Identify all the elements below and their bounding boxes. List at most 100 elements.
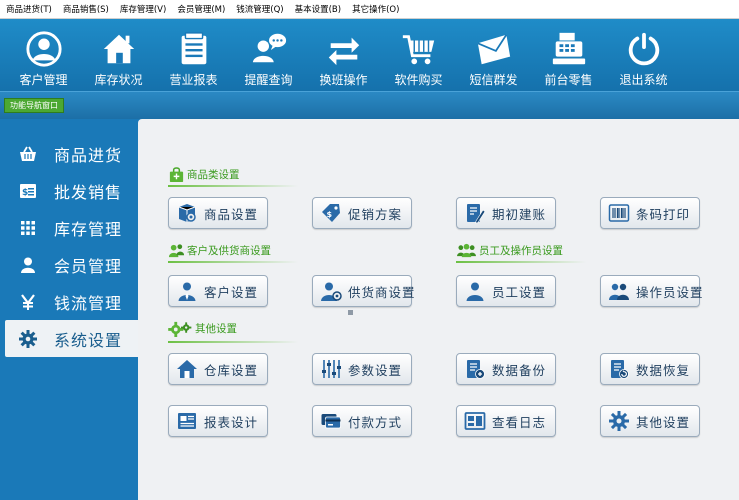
main-toolbar: 客户管理 库存状况 营业报表 提醒查询 换班操作 软件购买 短信群发 前台零售 …	[0, 19, 739, 91]
document-backup-icon	[467, 360, 485, 379]
toolbar-exit-system[interactable]: 退出系统	[606, 19, 681, 91]
main-panel: 商品类设置 商品设置 $ 促销方案 期初建账 条码打印 客户及供货商设置 员工及…	[138, 119, 739, 500]
gear-icon	[19, 329, 37, 348]
section-divider	[168, 341, 298, 343]
initial-account-button[interactable]: 期初建账	[456, 197, 556, 229]
grid-icon	[21, 220, 35, 235]
report-design-button[interactable]: 报表设计	[168, 405, 268, 437]
chat-person-icon	[252, 33, 286, 63]
parameter-setting-button[interactable]: 参数设置	[312, 353, 412, 385]
barcode-icon	[608, 204, 630, 222]
nav-window-tab[interactable]: 功能导航窗口	[4, 98, 64, 113]
menu-goods-sales[interactable]: 商品销售(S)	[63, 3, 109, 15]
other-setting-button[interactable]: 其他设置	[600, 405, 700, 437]
menu-member[interactable]: 会员管理(M)	[177, 3, 225, 15]
svg-text:$: $	[327, 210, 333, 219]
menu-inventory[interactable]: 库存管理(V)	[120, 3, 166, 15]
sidebar-item-system-settings[interactable]: 系统设置	[5, 320, 138, 357]
menu-basic-settings[interactable]: 基本设置(B)	[295, 3, 341, 15]
button-label: 报表设计	[204, 414, 259, 430]
button-label: 供货商设置	[348, 284, 416, 300]
toolbar-label: 前台零售	[544, 73, 593, 87]
section-divider	[168, 261, 298, 263]
goods-setting-button[interactable]: 商品设置	[168, 197, 268, 229]
section-goods-settings: 商品类设置	[168, 166, 240, 183]
button-label: 商品设置	[204, 206, 259, 222]
menu-goods-purchase[interactable]: 商品进货(T)	[6, 3, 52, 15]
businessman-icon	[178, 282, 196, 301]
promotion-plan-button[interactable]: $ 促销方案	[312, 197, 412, 229]
menu-other-ops[interactable]: 其它操作(O)	[352, 3, 399, 15]
indicator-dot	[348, 310, 353, 315]
sliders-icon	[322, 360, 341, 378]
person-icon	[21, 257, 35, 273]
toolbar-customer-management[interactable]: 客户管理	[6, 19, 81, 91]
yen-icon	[21, 293, 35, 310]
button-label: 员工设置	[492, 284, 547, 300]
sidebar-item-label: 批发销售	[54, 182, 123, 202]
supplier-setting-button[interactable]: 供货商设置	[312, 275, 415, 307]
warehouse-setting-button[interactable]: 仓库设置	[168, 353, 268, 385]
toolbar-shift-change[interactable]: 换班操作	[306, 19, 381, 91]
button-label: 条码打印	[636, 206, 691, 222]
sidebar-item-cashflow[interactable]: 钱流管理	[0, 283, 138, 320]
button-label: 其他设置	[636, 414, 691, 430]
house-icon	[103, 34, 134, 64]
svg-text:$: $	[22, 188, 28, 198]
sidebar-item-label: 库存管理	[54, 219, 123, 239]
toolbar-label: 提醒查询	[244, 73, 293, 87]
section-other-settings: 其他设置	[168, 320, 237, 337]
toolbar-inventory-status[interactable]: 库存状况	[81, 19, 156, 91]
section-divider	[456, 261, 586, 263]
employee-setting-button[interactable]: 员工设置	[456, 275, 556, 307]
toolbar-business-report[interactable]: 营业报表	[156, 19, 231, 91]
exchange-arrows-icon	[328, 37, 359, 66]
app-window: 商品进货(T) 商品销售(S) 库存管理(V) 会员管理(M) 钱流管理(Q) …	[0, 0, 739, 500]
employee-icon	[466, 282, 484, 301]
toolbar-software-purchase[interactable]: 软件购买	[381, 19, 456, 91]
data-restore-button[interactable]: 数据恢复	[600, 353, 700, 385]
barcode-print-button[interactable]: 条码打印	[600, 197, 700, 229]
toolbar-reminder-query[interactable]: 提醒查询	[231, 19, 306, 91]
log-window-icon	[464, 412, 486, 430]
toolbar-front-retail[interactable]: 前台零售	[531, 19, 606, 91]
gears-icon	[168, 321, 192, 337]
button-label: 促销方案	[348, 206, 403, 222]
view-log-button[interactable]: 查看日志	[456, 405, 556, 437]
nav-strip: 功能导航窗口	[0, 91, 739, 119]
staff-group-icon	[457, 243, 476, 258]
section-title: 客户及供货商设置	[187, 245, 271, 257]
credit-card-icon	[321, 414, 341, 429]
warehouse-icon	[177, 360, 197, 378]
sidebar-item-member[interactable]: 会员管理	[0, 246, 138, 283]
sidebar-item-label: 商品进货	[54, 145, 123, 165]
sidebar: 商品进货 $ 批发销售 库存管理 会员管理 钱流管理 系统设置	[0, 119, 138, 500]
section-title: 员工及操作员设置	[479, 245, 563, 257]
operator-setting-button[interactable]: 操作员设置	[600, 275, 703, 307]
button-label: 数据恢复	[636, 362, 691, 378]
customer-setting-button[interactable]: 客户设置	[168, 275, 268, 307]
button-label: 付款方式	[348, 414, 403, 430]
cash-register-icon	[552, 32, 585, 65]
button-label: 操作员设置	[636, 284, 704, 300]
toolbar-sms-broadcast[interactable]: 短信群发	[456, 19, 531, 91]
menu-bar: 商品进货(T) 商品销售(S) 库存管理(V) 会员管理(M) 钱流管理(Q) …	[0, 0, 739, 19]
settings-gear-icon	[609, 411, 629, 431]
toolbar-label: 短信群发	[469, 73, 518, 87]
data-backup-button[interactable]: 数据备份	[456, 353, 556, 385]
price-tag-icon: $	[20, 183, 36, 198]
sidebar-item-goods-purchase[interactable]: 商品进货	[0, 135, 138, 172]
user-circle-icon	[25, 31, 62, 67]
toolbar-label: 营业报表	[169, 73, 218, 87]
sidebar-item-label: 会员管理	[54, 256, 123, 276]
menu-cashflow[interactable]: 钱流管理(Q)	[236, 3, 283, 15]
button-label: 查看日志	[492, 414, 547, 430]
toolbar-label: 软件购买	[394, 73, 443, 87]
payment-method-button[interactable]: 付款方式	[312, 405, 412, 437]
sidebar-item-wholesale[interactable]: $ 批发销售	[0, 172, 138, 209]
sidebar-item-label: 系统设置	[54, 330, 123, 350]
toolbar-label: 客户管理	[19, 73, 68, 87]
section-customer-supplier: 客户及供货商设置	[168, 242, 271, 259]
sidebar-item-inventory[interactable]: 库存管理	[0, 209, 138, 246]
button-label: 数据备份	[492, 362, 547, 378]
